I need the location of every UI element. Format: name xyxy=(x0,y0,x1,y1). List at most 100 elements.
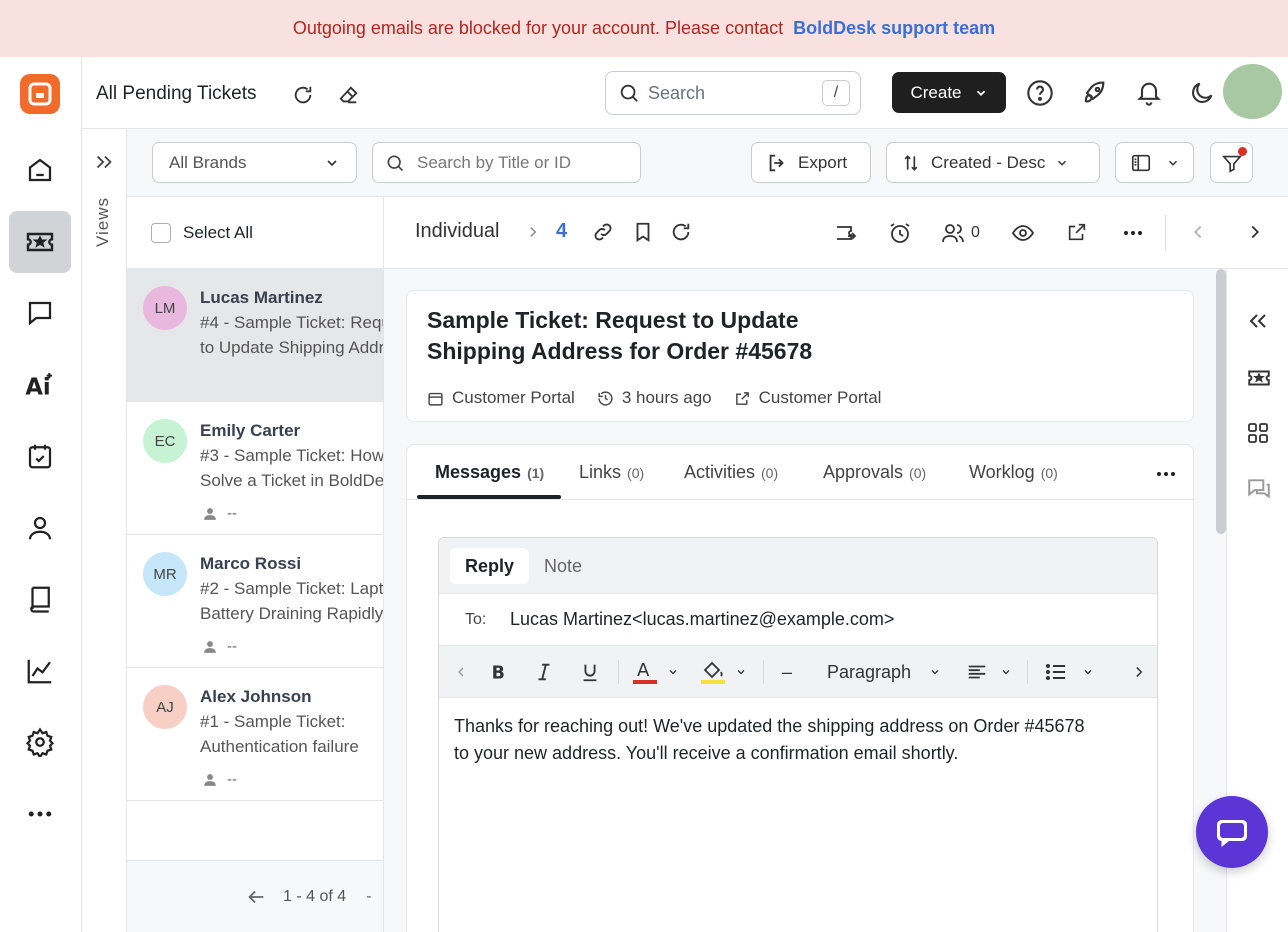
tickets-icon[interactable] xyxy=(9,211,71,273)
ticket-subject-line2: to Update Shipping Address xyxy=(200,338,384,357)
reply-body-textarea[interactable]: Thanks for reaching out! We've updated t… xyxy=(454,713,1144,767)
chat-widget-button[interactable] xyxy=(1196,796,1268,868)
views-panel[interactable]: Views xyxy=(82,129,127,932)
rocket-icon[interactable] xyxy=(1080,79,1108,107)
align-icon[interactable] xyxy=(964,646,1014,698)
tabs-more-icon[interactable] xyxy=(1154,462,1178,486)
calendar-check-icon[interactable] xyxy=(9,425,71,487)
timer-alarm-icon[interactable] xyxy=(888,221,912,245)
toolbar-scroll-right-icon[interactable] xyxy=(1125,646,1153,698)
tab-worklog-count: (0) xyxy=(1040,465,1058,481)
user-avatar[interactable] xyxy=(1223,64,1282,119)
export-button[interactable]: Export xyxy=(751,142,871,183)
ticket-subject-line1: #2 - Sample Ticket: Laptop xyxy=(200,579,384,598)
layout-toggle-button[interactable] xyxy=(1115,142,1194,183)
help-icon[interactable] xyxy=(1026,79,1054,107)
ticket-avatar: EC xyxy=(143,419,187,463)
dark-mode-moon-icon[interactable] xyxy=(1188,79,1216,107)
bolddesk-logo-icon[interactable] xyxy=(20,74,60,114)
ticket-row[interactable]: AJ Alex Johnson #1 - Sample Ticket: Auth… xyxy=(127,668,383,801)
tab-worklog[interactable]: Worklog (0) xyxy=(969,462,1058,483)
toolbar-divider xyxy=(618,660,619,684)
font-color-icon[interactable]: A xyxy=(627,646,683,698)
tab-approvals[interactable]: Approvals (0) xyxy=(823,462,926,483)
chevron-down-icon xyxy=(976,90,985,96)
filter-button[interactable] xyxy=(1210,142,1253,183)
tab-activities[interactable]: Activities (0) xyxy=(684,462,778,483)
global-search-input[interactable]: Search / xyxy=(605,71,861,115)
sort-select[interactable]: Created - Desc xyxy=(886,142,1100,183)
to-field-row[interactable]: To: Lucas Martinez<lucas.martinez@exampl… xyxy=(439,594,1157,646)
ticket-row[interactable]: EC Emily Carter #3 - Sample Ticket: How … xyxy=(127,402,384,535)
ticket-properties-icon[interactable] xyxy=(1246,365,1272,391)
bookmark-icon[interactable] xyxy=(632,221,654,243)
pager-text: 1 - 4 of 4 xyxy=(283,887,347,905)
to-recipient-value[interactable]: Lucas Martinez<lucas.martinez@example.co… xyxy=(510,609,894,630)
ticket-subject-line1: #3 - Sample Ticket: How to xyxy=(200,446,384,465)
export-label: Export xyxy=(798,152,848,172)
ticket-agent: -- xyxy=(203,505,237,522)
ai-icon[interactable]: Ai xyxy=(9,354,71,416)
notifications-bell-icon[interactable] xyxy=(1135,79,1163,107)
ticket-row[interactable]: LM Lucas Martinez #4 - Sample Ticket: Re… xyxy=(127,269,384,402)
ticket-subject-line2: Battery Draining Rapidly xyxy=(200,604,384,623)
reply-body-line1: Thanks for reaching out! We've updated t… xyxy=(454,716,1085,736)
sort-label: Created - Desc xyxy=(931,152,1046,172)
svg-text:A: A xyxy=(637,660,650,681)
prev-page-arrow-icon[interactable] xyxy=(245,886,267,908)
select-all-checkbox[interactable] xyxy=(151,222,171,243)
ticket-row[interactable]: MR Marco Rossi #2 - Sample Ticket: Lapto… xyxy=(127,535,384,668)
bold-icon[interactable]: B xyxy=(483,646,513,698)
view-eye-icon[interactable] xyxy=(1011,221,1035,245)
eraser-icon[interactable] xyxy=(338,84,360,106)
reply-tab[interactable]: Reply xyxy=(450,548,530,584)
expand-views-icon[interactable] xyxy=(93,151,115,173)
more-apps-icon[interactable] xyxy=(9,783,71,845)
user-icon[interactable] xyxy=(9,497,71,559)
ticket-transfer-icon[interactable] xyxy=(834,221,858,245)
create-button[interactable]: Create xyxy=(892,72,1006,113)
brand-select[interactable]: All Brands xyxy=(152,142,357,183)
ticket-requester: Lucas Martinez xyxy=(200,288,323,307)
home-icon[interactable] xyxy=(9,139,71,201)
refresh-icon[interactable] xyxy=(292,84,314,106)
next-page-arrow-icon[interactable]: - xyxy=(366,888,371,906)
search-placeholder: Search xyxy=(648,82,706,103)
refresh-ticket-icon[interactable] xyxy=(670,221,692,243)
ticket-time-value: 3 hours ago xyxy=(621,388,712,407)
reports-chart-icon[interactable] xyxy=(9,640,71,702)
knowledge-base-icon[interactable] xyxy=(9,568,71,630)
tab-approvals-label: Approvals xyxy=(823,462,904,482)
detail-scrollbar[interactable] xyxy=(1216,269,1226,534)
chevron-down-icon xyxy=(1002,670,1010,675)
toolbar-scroll-left-icon[interactable] xyxy=(447,646,475,698)
collapse-panel-icon[interactable] xyxy=(1246,309,1270,333)
support-team-link[interactable]: BoldDesk support team xyxy=(793,18,995,39)
next-ticket-chevron-icon[interactable] xyxy=(1244,221,1266,243)
open-external-icon[interactable] xyxy=(1066,221,1088,243)
prev-ticket-chevron-icon[interactable] xyxy=(1187,221,1209,243)
tab-worklog-label: Worklog xyxy=(969,462,1035,482)
note-tab[interactable]: Note xyxy=(529,548,597,584)
horizontal-line-icon[interactable]: – xyxy=(773,646,801,698)
bullet-list-icon[interactable] xyxy=(1039,646,1099,698)
paragraph-select[interactable]: Paragraph xyxy=(819,646,949,698)
copy-link-icon[interactable] xyxy=(592,221,614,243)
tab-links[interactable]: Links (0) xyxy=(579,462,644,483)
underline-icon[interactable] xyxy=(575,646,605,698)
ticket-channel[interactable]: Customer Portal xyxy=(734,388,881,408)
italic-icon[interactable] xyxy=(529,646,559,698)
ticket-search-input[interactable]: Search by Title or ID xyxy=(372,142,641,183)
tab-messages[interactable]: Messages (1) xyxy=(435,462,544,483)
more-actions-icon[interactable] xyxy=(1121,221,1145,245)
watchers-button[interactable]: 0 xyxy=(941,221,980,245)
settings-gear-icon[interactable] xyxy=(9,711,71,773)
breadcrumb-individual[interactable]: Individual xyxy=(415,220,500,243)
chat-icon[interactable] xyxy=(9,282,71,344)
views-label: Views xyxy=(93,197,112,248)
select-all-row[interactable]: Select All xyxy=(127,197,383,269)
highlight-color-icon[interactable] xyxy=(695,646,751,698)
apps-grid-icon[interactable] xyxy=(1246,421,1270,445)
conversations-icon[interactable] xyxy=(1246,476,1272,502)
header-divider xyxy=(1165,215,1166,251)
